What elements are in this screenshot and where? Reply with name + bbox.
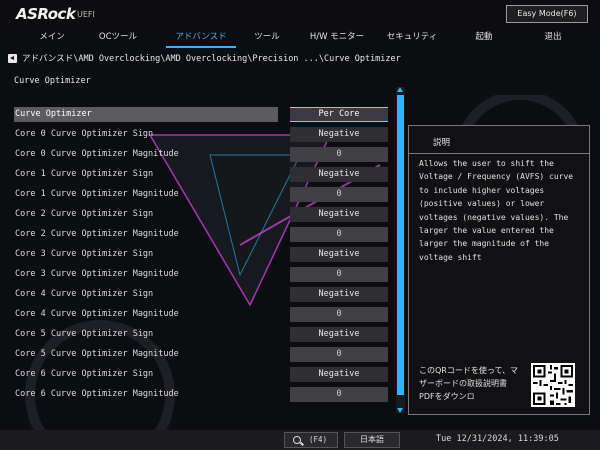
menu-item-exit[interactable]: 退出 <box>534 28 572 46</box>
setting-value-dropdown[interactable]: Negative <box>290 167 388 182</box>
setting-row[interactable]: Core 1 Curve Optimizer Sign Negative <box>14 166 390 184</box>
setting-value-input[interactable]: 0 <box>290 187 388 202</box>
setting-label: Core 3 Curve Optimizer Magnitude <box>15 269 179 279</box>
easy-mode-button[interactable]: Easy Mode(F6) <box>506 5 588 23</box>
setting-label: Core 6 Curve Optimizer Sign <box>15 369 154 379</box>
brand-suffix: UEFI <box>77 10 95 19</box>
setting-label: Core 6 Curve Optimizer Magnitude <box>15 389 179 399</box>
setting-value-dropdown[interactable]: Negative <box>290 127 388 142</box>
date-time: Tue 12/31/2024, 11:39:05 <box>436 434 559 444</box>
setting-label: Core 1 Curve Optimizer Magnitude <box>15 189 179 199</box>
description-text: Allows the user to shift the Voltage / F… <box>419 159 574 262</box>
search-shortcut-label: (F4) <box>309 435 328 444</box>
setting-row[interactable]: Core 6 Curve Optimizer Magnitude 0 <box>14 386 390 404</box>
menu-item-main[interactable]: メイン <box>28 28 76 46</box>
main-menu: メイン OCツール アドバンスド ツール H/W モニター セキュリティ 起動 … <box>0 28 600 46</box>
search-icon <box>293 436 301 444</box>
setting-row[interactable]: Core 4 Curve Optimizer Sign Negative <box>14 286 390 304</box>
setting-row[interactable]: Core 0 Curve Optimizer Magnitude 0 <box>14 146 390 164</box>
setting-row[interactable]: Core 3 Curve Optimizer Magnitude 0 <box>14 266 390 284</box>
top-bar: ASRock UEFI Easy Mode(F6) <box>0 0 600 28</box>
scroll-up-arrow-icon[interactable] <box>397 87 403 92</box>
setting-label: Core 1 Curve Optimizer Sign <box>15 169 154 179</box>
setting-value-input[interactable]: 0 <box>290 347 388 362</box>
menu-item-tools[interactable]: ツール <box>246 28 288 46</box>
breadcrumb: アドバンスド\AMD Overclocking\AMD Overclocking… <box>22 54 401 64</box>
scrollbar[interactable] <box>396 87 405 413</box>
setting-value-input[interactable]: 0 <box>290 267 388 282</box>
bottom-bar: (F4) 日本語 Tue 12/31/2024, 11:39:05 <box>0 430 600 450</box>
language-button[interactable]: 日本語 <box>344 432 400 448</box>
setting-value-input[interactable]: 0 <box>290 227 388 242</box>
setting-label: Core 4 Curve Optimizer Magnitude <box>15 309 179 319</box>
setting-row[interactable]: Core 3 Curve Optimizer Sign Negative <box>14 246 390 264</box>
description-title: 説明 <box>433 138 451 148</box>
setting-label: Core 3 Curve Optimizer Sign <box>15 249 154 259</box>
setting-row[interactable]: Core 5 Curve Optimizer Sign Negative <box>14 326 390 344</box>
setting-row-curve-optimizer[interactable]: Curve Optimizer Per Core <box>14 106 390 124</box>
brand-logo: ASRock <box>16 5 76 23</box>
setting-label: Core 4 Curve Optimizer Sign <box>15 289 154 299</box>
menu-item-oc-tools[interactable]: OCツール <box>92 28 144 46</box>
setting-row[interactable]: Core 4 Curve Optimizer Magnitude 0 <box>14 306 390 324</box>
breadcrumb-row: アドバンスド\AMD Overclocking\AMD Overclocking… <box>0 50 600 68</box>
setting-row[interactable]: Core 5 Curve Optimizer Magnitude 0 <box>14 346 390 364</box>
setting-row[interactable]: Core 1 Curve Optimizer Magnitude 0 <box>14 186 390 204</box>
qr-code-icon <box>531 363 575 407</box>
menu-item-advanced[interactable]: アドバンスド <box>162 28 240 46</box>
setting-value-input[interactable]: 0 <box>290 147 388 162</box>
menu-item-security[interactable]: セキュリティ <box>380 28 444 46</box>
setting-label: Core 5 Curve Optimizer Magnitude <box>15 349 179 359</box>
setting-label: Core 0 Curve Optimizer Sign <box>15 129 154 139</box>
setting-row[interactable]: Core 2 Curve Optimizer Magnitude 0 <box>14 226 390 244</box>
search-button[interactable]: (F4) <box>284 432 338 448</box>
setting-row[interactable]: Core 0 Curve Optimizer Sign Negative <box>14 126 390 144</box>
menu-item-boot[interactable]: 起動 <box>466 28 502 46</box>
setting-value-dropdown[interactable]: Per Core <box>290 107 388 122</box>
setting-value-input[interactable]: 0 <box>290 387 388 402</box>
setting-value-dropdown[interactable]: Negative <box>290 207 388 222</box>
setting-value-dropdown[interactable]: Negative <box>290 287 388 302</box>
back-arrow-icon[interactable] <box>8 54 17 63</box>
qr-caption: このQRコードを使って、マザーボードの取扱説明書PDFをダウンロ <box>419 366 519 401</box>
setting-label: Core 2 Curve Optimizer Sign <box>15 209 154 219</box>
scroll-down-arrow-icon[interactable] <box>397 408 403 413</box>
setting-row[interactable]: Core 6 Curve Optimizer Sign Negative <box>14 366 390 384</box>
description-panel: 説明 Allows the user to shift the Voltage … <box>408 125 590 415</box>
setting-value-dropdown[interactable]: Negative <box>290 247 388 262</box>
setting-value-dropdown[interactable]: Negative <box>290 327 388 342</box>
setting-value-input[interactable]: 0 <box>290 307 388 322</box>
setting-value-dropdown[interactable]: Negative <box>290 367 388 382</box>
page-title: Curve Optimizer <box>14 76 91 86</box>
scroll-thumb[interactable] <box>397 95 404 395</box>
setting-label: Core 5 Curve Optimizer Sign <box>15 329 154 339</box>
setting-row[interactable]: Core 2 Curve Optimizer Sign Negative <box>14 206 390 224</box>
menu-item-hw-monitor[interactable]: H/W モニター <box>302 28 372 46</box>
divider <box>409 153 589 154</box>
setting-label: Core 2 Curve Optimizer Magnitude <box>15 229 179 239</box>
setting-label: Curve Optimizer <box>15 109 92 119</box>
setting-label: Core 0 Curve Optimizer Magnitude <box>15 149 179 159</box>
active-menu-indicator <box>166 46 236 48</box>
